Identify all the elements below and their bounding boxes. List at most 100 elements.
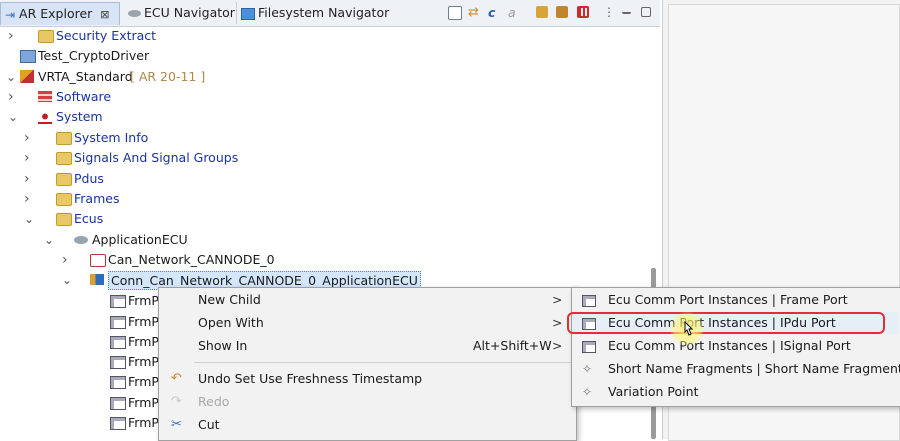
folder-icon	[56, 132, 72, 145]
shortcut-label: Alt+Shift+W	[473, 338, 552, 353]
menu-separator	[194, 362, 572, 363]
submenu-item[interactable]: Ecu Comm Port Instances | Frame Port	[572, 289, 899, 311]
tab-label: AR Explorer	[19, 6, 93, 21]
submenu-arrow-icon: >	[552, 292, 563, 307]
tree-item-label: System Info	[74, 130, 149, 145]
tree-item-label: Frames	[74, 191, 120, 206]
context-menu-item[interactable]: New Child >	[159, 289, 574, 311]
submenu-item[interactable]: Ecu Comm Port Instances | ISignal Port	[572, 335, 899, 357]
controller-icon	[90, 254, 106, 267]
submenu-item[interactable]: ✧ Variation Point	[572, 381, 899, 403]
tree-item-label: Software	[56, 89, 112, 104]
maximize-icon[interactable]	[641, 7, 651, 17]
folder-icon	[56, 193, 72, 206]
folder-icon	[38, 30, 54, 43]
collapse-arrow-icon[interactable]: ⌄	[6, 67, 16, 87]
tree-item[interactable]: › Software	[0, 87, 650, 107]
tree-item[interactable]: › Pdus	[0, 169, 650, 189]
view-tab-bar: ⇥ AR Explorer ⊠ ECU Navigator Filesystem…	[0, 0, 660, 27]
submenu-item-label: Variation Point	[608, 384, 699, 399]
tree-item-label: System	[56, 109, 103, 124]
tab-label: Filesystem Navigator	[258, 5, 390, 20]
expand-arrow-icon[interactable]: ›	[24, 148, 30, 168]
tree-item[interactable]: › System Info	[0, 128, 650, 148]
tab-ecu-navigator[interactable]: ECU Navigator	[126, 2, 235, 24]
version-label: [ AR 20-11 ]	[130, 69, 206, 84]
expand-arrow-icon[interactable]: ›	[8, 87, 14, 107]
port-icon	[582, 295, 596, 307]
expand-arrow-icon[interactable]: ›	[24, 169, 30, 189]
tab-filesystem-navigator[interactable]: Filesystem Navigator	[236, 2, 389, 24]
tree-item[interactable]: › Security Extract	[0, 26, 650, 46]
context-menu-item[interactable]: Open With >	[159, 312, 574, 334]
close-icon[interactable]: ⊠	[100, 8, 109, 21]
connector-icon	[90, 274, 104, 285]
context-menu-item-label: New Child	[198, 292, 261, 307]
submenu-item-label: Ecu Comm Port Instances | ISignal Port	[608, 338, 851, 353]
tree-item[interactable]: ⌄ VRTA_Standard[ AR 20-11 ]	[0, 67, 650, 87]
software-icon	[38, 91, 52, 102]
collapse-all-icon[interactable]	[448, 6, 462, 20]
expand-arrow-icon[interactable]: ›	[62, 250, 68, 270]
filter-a-icon[interactable]: a	[508, 5, 524, 21]
expand-arrow-icon[interactable]: ›	[24, 128, 30, 148]
context-menu-item[interactable]: ↶ Undo Set Use Freshness Timestamp	[159, 368, 574, 390]
tree-item[interactable]: ⌄ Ecus	[0, 209, 650, 229]
tab-ar-explorer[interactable]: ⇥ AR Explorer ⊠	[0, 2, 120, 25]
tree-item-label: FrmP	[128, 374, 159, 389]
collapse-arrow-icon[interactable]: ⌄	[62, 270, 72, 290]
submenu-item-label: Ecu Comm Port Instances | Frame Port	[608, 292, 848, 307]
view-menu-icon[interactable]: ⋮	[603, 5, 619, 21]
folder-icon	[56, 152, 72, 165]
tree-item-label: VRTA_Standard	[38, 69, 133, 84]
tree-item-label: Pdus	[74, 171, 104, 186]
tree-item-label: Signals And Signal Groups	[74, 150, 239, 165]
project-icon	[20, 50, 36, 63]
port-icon	[582, 341, 596, 353]
tree-item[interactable]: › Frames	[0, 189, 650, 209]
filter-c-icon[interactable]: c	[488, 5, 504, 21]
folder-icon	[56, 213, 72, 226]
submenu-item[interactable]: ✧ Short Name Fragments | Short Name Fragm…	[572, 358, 900, 380]
tree-item[interactable]: ⌄ ApplicationECU	[0, 230, 650, 250]
expand-arrow-icon[interactable]: ›	[8, 26, 14, 46]
collapse-icon[interactable]	[556, 6, 568, 18]
tree-item-label: Ecus	[74, 211, 104, 226]
context-menu-item[interactable]: ✂ Cut	[159, 414, 574, 436]
diamond-icon: ✧	[582, 385, 593, 399]
collapse-arrow-icon[interactable]: ⌄	[24, 209, 34, 229]
tree-item-label: Security Extract	[56, 28, 157, 43]
minimize-icon[interactable]	[622, 6, 631, 14]
link-with-editor-icon[interactable]: ⇄	[468, 5, 484, 21]
tree-item-label: FrmP	[128, 415, 159, 430]
tree-item-label: FrmP	[128, 334, 159, 349]
port-icon	[110, 397, 126, 410]
expand-arrow-icon[interactable]: ›	[24, 189, 30, 209]
ar-project-icon	[20, 70, 34, 83]
port-icon	[110, 376, 126, 389]
submenu-arrow-icon: >	[552, 315, 563, 330]
submenu-item-label: Short Name Fragments | Short Name Fragme…	[608, 361, 900, 376]
tree-item[interactable]: › Can_Network_CANNODE_0	[0, 250, 650, 270]
tree-item-label: Can_Network_CANNODE_0	[108, 252, 275, 267]
port-icon	[110, 336, 126, 349]
context-menu-item-label: Cut	[198, 417, 220, 432]
tree-item-label: FrmP	[128, 395, 159, 410]
context-menu-item-label: Open With	[198, 315, 264, 330]
expand-icon[interactable]	[536, 6, 548, 18]
tree-item-label: FrmP	[128, 314, 159, 329]
tree-item[interactable]: Test_CryptoDriver	[0, 46, 650, 66]
collapse-arrow-icon[interactable]: ⌄	[44, 230, 54, 250]
grid-filter-icon[interactable]	[577, 6, 589, 18]
tree-item[interactable]: › Signals And Signal Groups	[0, 148, 650, 168]
context-menu-item-label: Redo	[198, 394, 230, 409]
context-menu-item[interactable]: Show In Alt+Shift+W >	[159, 335, 574, 357]
tree-item[interactable]: ⌄ System	[0, 107, 650, 127]
cut-icon: ✂	[171, 417, 182, 432]
port-icon	[110, 417, 126, 430]
collapse-arrow-icon[interactable]: ⌄	[8, 107, 18, 127]
mouse-pointer-icon	[684, 321, 694, 336]
submenu-arrow-icon: >	[552, 338, 563, 353]
folder-icon	[56, 173, 72, 186]
redo-icon: ↷	[171, 394, 182, 409]
